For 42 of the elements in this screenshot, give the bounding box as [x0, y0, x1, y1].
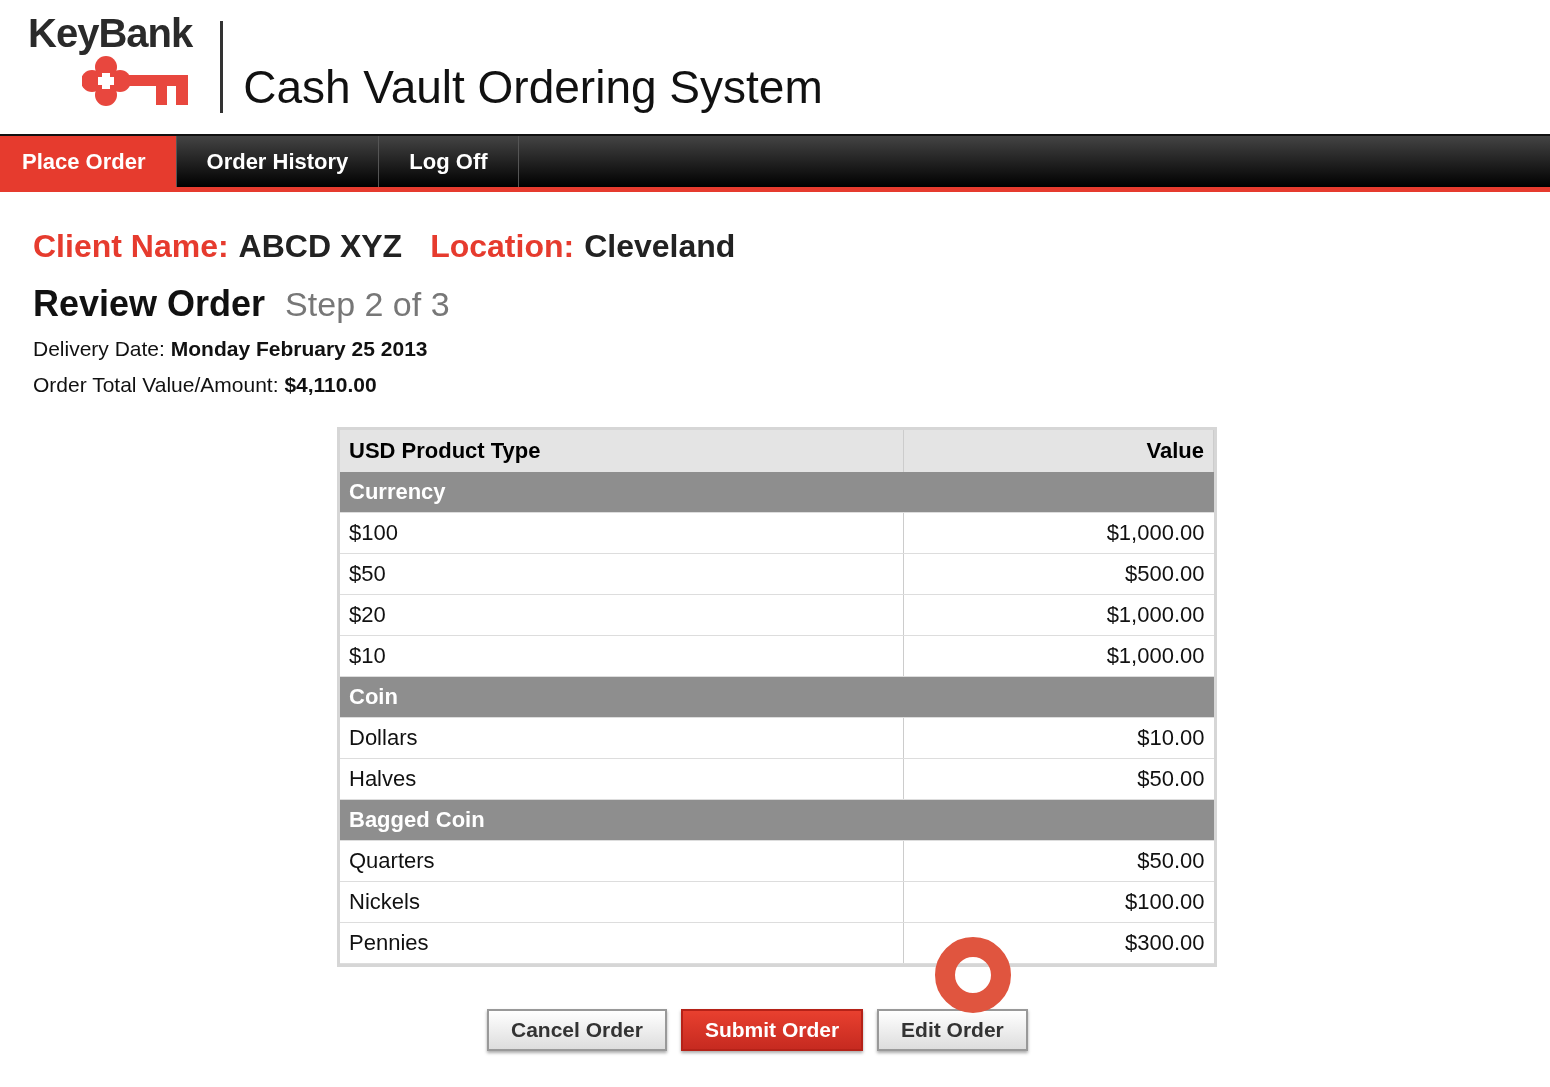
client-name: ABCD XYZ	[238, 228, 403, 265]
table-cell: $100	[340, 512, 904, 554]
location-name: Cleveland	[584, 228, 736, 265]
table-cell: $50	[340, 553, 904, 595]
table-cell: Halves	[340, 758, 904, 800]
nav-tab[interactable]: Log Off	[379, 136, 519, 187]
table-cell: $1,000.00	[903, 512, 1214, 554]
table-cell: Pennies	[340, 922, 904, 964]
app-title: Cash Vault Ordering System	[243, 60, 823, 114]
table-cell: Quarters	[340, 840, 904, 882]
group-header: Bagged Coin	[340, 799, 1214, 841]
table-cell: $50.00	[903, 758, 1214, 800]
column-header: Value	[903, 430, 1214, 472]
column-header: USD Product Type	[340, 430, 904, 472]
table-cell: $50.00	[903, 840, 1214, 882]
action-button[interactable]: Submit Order	[680, 1009, 864, 1051]
detail-value: Monday February 25 2013	[170, 337, 428, 360]
nav-tab[interactable]: Order History	[176, 136, 380, 187]
location-label: Location:	[430, 228, 575, 265]
detail-label: Order Total Value/Amount:	[33, 373, 279, 396]
table-cell: $20	[340, 594, 904, 636]
client-label: Client Name:	[33, 228, 229, 265]
table-cell: $1,000.00	[903, 594, 1214, 636]
table-cell: $10.00	[903, 717, 1214, 759]
detail-label: Delivery Date:	[33, 337, 165, 360]
nav-tab[interactable]: Place Order	[0, 136, 177, 187]
detail-value: $4,110.00	[284, 373, 377, 396]
table-cell: $100.00	[903, 881, 1214, 923]
table-cell: $300.00	[903, 922, 1214, 964]
action-button[interactable]: Edit Order	[877, 1009, 1028, 1051]
table-cell: Nickels	[340, 881, 904, 923]
action-button[interactable]: Cancel Order	[487, 1009, 667, 1051]
step-indicator: Step 2 of 3	[285, 285, 450, 324]
table-cell: $10	[340, 635, 904, 677]
tap-indicator-icon	[934, 936, 1012, 1014]
table-cell: Dollars	[340, 717, 904, 759]
page-heading: Review Order	[33, 283, 266, 325]
table-cell: $1,000.00	[903, 635, 1214, 677]
group-header: Coin	[340, 676, 1214, 718]
table-cell: $500.00	[903, 553, 1214, 595]
brand-name: KeyBank	[28, 11, 193, 55]
group-header: Currency	[340, 472, 1214, 513]
